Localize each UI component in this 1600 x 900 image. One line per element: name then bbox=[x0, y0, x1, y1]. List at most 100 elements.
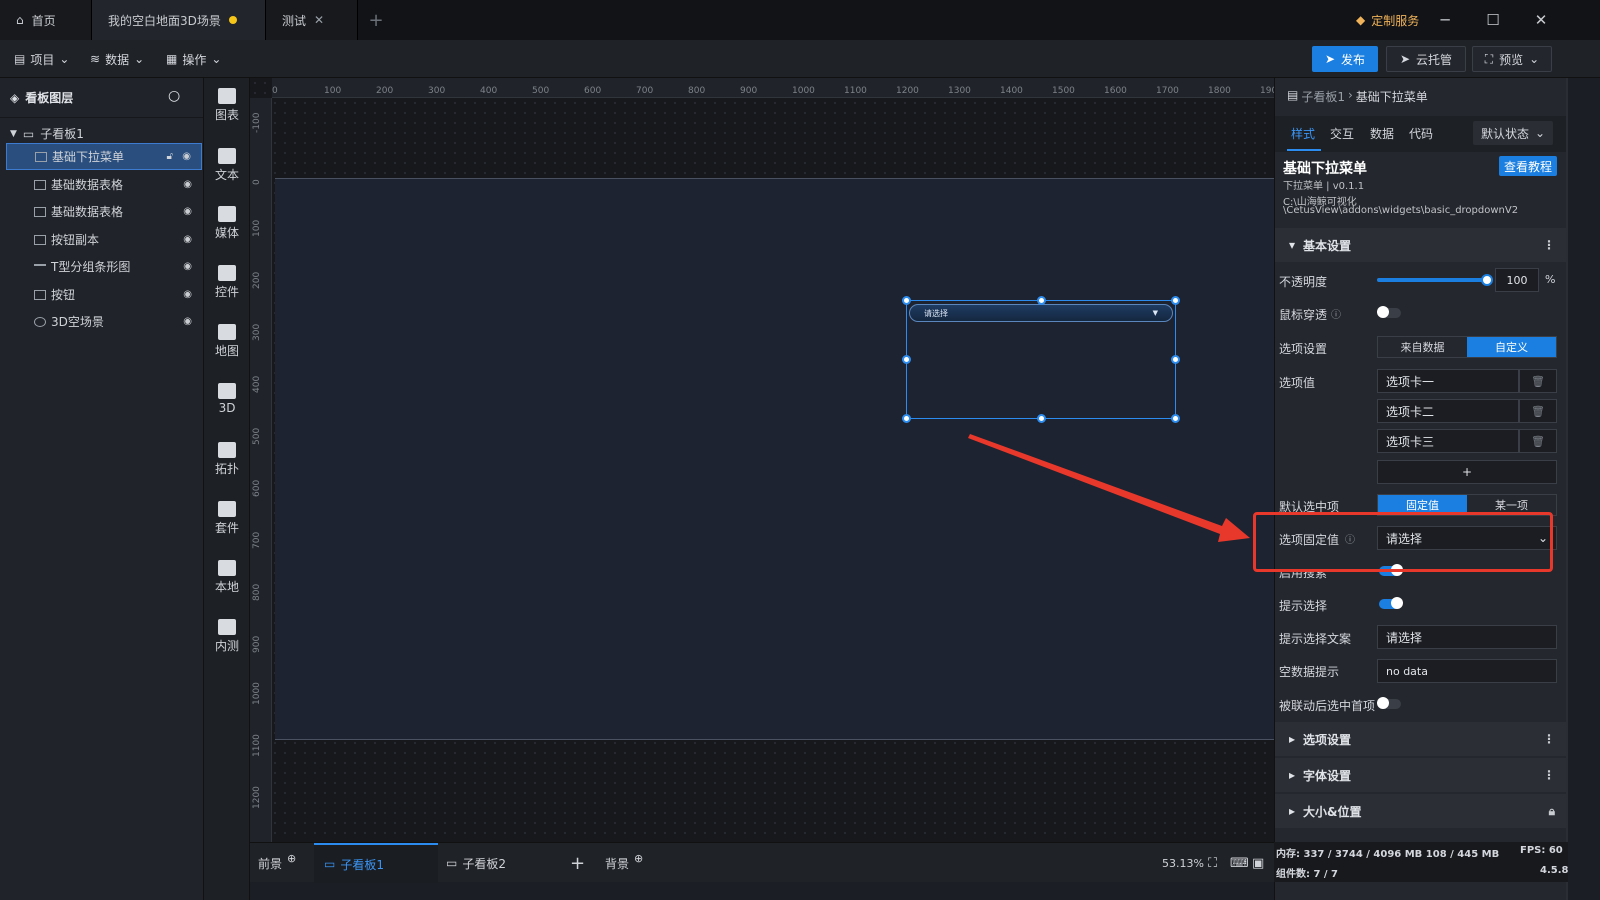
layer-item[interactable]: 基础下拉菜单 🔓︎ ◉ bbox=[6, 143, 202, 170]
add-circle-icon[interactable]: ⊕ bbox=[634, 852, 643, 865]
tab-board2[interactable]: ▭ 子看板2 bbox=[446, 843, 566, 883]
eye-icon[interactable]: ◉ bbox=[183, 206, 192, 217]
section-size-position[interactable]: ▸ 大小&位置 🔒︎ bbox=[1275, 794, 1567, 828]
resize-handle[interactable] bbox=[1037, 296, 1046, 305]
more-vertical-icon[interactable]: ⋮ bbox=[1543, 732, 1555, 746]
option-value-input[interactable]: 选项卡三 bbox=[1377, 429, 1519, 453]
section-options[interactable]: ▸ 选项设置 ⋮ bbox=[1275, 722, 1567, 756]
tab-scene[interactable]: 我的空白地面3D场景 bbox=[92, 0, 266, 40]
linked-first-toggle[interactable] bbox=[1377, 697, 1401, 709]
panel-scrollbar[interactable] bbox=[1566, 78, 1568, 900]
ruler-left[interactable]: -100 0 100 200 300 400 500 600 700 800 900 1000 1100… bbox=[250, 98, 272, 842]
tool-map[interactable]: 地图 bbox=[204, 324, 250, 359]
dropdown-preview[interactable]: 请选择 ▼ bbox=[909, 304, 1173, 322]
breadcrumb-parent[interactable]: 子看板1 bbox=[1301, 88, 1345, 105]
caret-down-icon[interactable]: ▼ bbox=[10, 129, 17, 139]
option-value-input[interactable]: 选项卡二 bbox=[1377, 399, 1519, 423]
layer-item[interactable]: 3D空场景 ◉ bbox=[6, 308, 202, 335]
tool-3d[interactable]: 3D bbox=[204, 383, 250, 415]
prompt-select-toggle[interactable] bbox=[1379, 597, 1403, 609]
resize-handle[interactable] bbox=[1037, 414, 1046, 423]
prompt-text-input[interactable]: 请选择 bbox=[1377, 625, 1557, 649]
trash-icon[interactable]: 🗑︎ bbox=[1519, 399, 1557, 423]
publish-button[interactable]: ➤ 发布 bbox=[1312, 46, 1378, 72]
add-circle-icon[interactable]: ⊕ bbox=[287, 852, 296, 865]
keyboard-icon[interactable]: ⌨ bbox=[1230, 843, 1249, 883]
tool-text[interactable]: 文本 bbox=[204, 148, 250, 183]
resize-handle[interactable] bbox=[902, 296, 911, 305]
empty-data-input[interactable]: no data bbox=[1377, 659, 1557, 683]
layer-item[interactable]: T型分组条形图 ◉ bbox=[6, 253, 202, 280]
opacity-slider-thumb[interactable] bbox=[1481, 274, 1493, 286]
new-tab-icon[interactable]: + bbox=[358, 0, 394, 40]
tab-data[interactable]: 数据 bbox=[1370, 125, 1394, 142]
more-vertical-icon[interactable]: ⋮ bbox=[1543, 238, 1555, 252]
eye-icon[interactable]: ◉ bbox=[183, 316, 192, 327]
unlock-icon[interactable]: 🔓︎ bbox=[167, 151, 173, 162]
layer-item[interactable]: 基础数据表格 ◉ bbox=[6, 198, 202, 225]
lock-icon[interactable]: 🔒︎ bbox=[1549, 804, 1555, 819]
tab-foreground[interactable]: 前景 ⊕ bbox=[258, 843, 296, 883]
tab-board1[interactable]: ▭ 子看板1 bbox=[314, 843, 438, 883]
custom-service-button[interactable]: ◆ 定制服务 bbox=[1356, 10, 1419, 30]
mouse-through-toggle[interactable] bbox=[1377, 306, 1401, 318]
trash-icon[interactable]: 🗑︎ bbox=[1519, 369, 1557, 393]
maximize-icon[interactable]: ☐ bbox=[1470, 0, 1516, 40]
resize-handle[interactable] bbox=[902, 355, 911, 364]
help-icon[interactable]: ⓘ bbox=[1331, 306, 1341, 321]
add-board-icon[interactable]: + bbox=[570, 843, 585, 883]
opacity-slider[interactable] bbox=[1377, 274, 1493, 286]
tool-local[interactable]: 本地 bbox=[204, 560, 250, 595]
eye-icon[interactable]: ◉ bbox=[183, 289, 192, 300]
tool-control[interactable]: 控件 bbox=[204, 265, 250, 300]
tool-media[interactable]: 媒体 bbox=[204, 206, 250, 241]
tool-topology[interactable]: 拓扑 bbox=[204, 442, 250, 477]
tab-home[interactable]: ⌂ 首页 bbox=[0, 0, 92, 40]
resize-handle[interactable] bbox=[1171, 355, 1180, 364]
eye-icon[interactable]: ◉ bbox=[183, 234, 192, 245]
zoom-level[interactable]: 53.13% bbox=[1162, 843, 1204, 883]
resize-handle[interactable] bbox=[902, 414, 911, 423]
tab-code[interactable]: 代码 bbox=[1409, 125, 1433, 142]
ruler-top[interactable]: 0 100 200 300 400 500 600 700 800 900 1000 1100 1200… bbox=[272, 78, 1283, 98]
section-basic[interactable]: ▾ 基本设置 ⋮ bbox=[1275, 228, 1567, 262]
menu-project[interactable]: ▤ 项目 ⌄ bbox=[8, 46, 75, 72]
option-source-segment[interactable]: 来自数据 自定义 bbox=[1377, 336, 1557, 358]
menu-data[interactable]: ≋ 数据 ⌄ bbox=[84, 46, 150, 72]
opacity-input[interactable]: 100 bbox=[1495, 268, 1539, 292]
menu-ops[interactable]: ▦ 操作 ⌄ bbox=[160, 46, 227, 72]
resize-handle[interactable] bbox=[1171, 296, 1180, 305]
cloud-host-button[interactable]: ➤ 云托管 bbox=[1386, 46, 1466, 72]
eye-icon[interactable]: ◉ bbox=[183, 179, 192, 190]
layer-item[interactable]: 按钮 ◉ bbox=[6, 281, 202, 308]
minimize-icon[interactable]: ─ bbox=[1422, 0, 1468, 40]
option-from-data[interactable]: 来自数据 bbox=[1378, 337, 1467, 357]
add-option-button[interactable]: + bbox=[1377, 460, 1557, 484]
layer-item[interactable]: 基础数据表格 ◉ bbox=[6, 171, 202, 198]
resize-handle[interactable] bbox=[1171, 414, 1180, 423]
terminal-icon[interactable]: ▣ bbox=[1252, 843, 1264, 883]
tutorial-button[interactable]: 查看教程 bbox=[1499, 156, 1557, 176]
eye-icon[interactable]: ◉ bbox=[183, 261, 192, 272]
preview-button[interactable]: ⛶ 预览 ⌄ bbox=[1472, 46, 1552, 72]
tool-beta[interactable]: 内测 bbox=[204, 619, 250, 654]
section-font[interactable]: ▸ 字体设置 ⋮ bbox=[1275, 758, 1567, 792]
layer-item[interactable]: 按钮副本 ◉ bbox=[6, 226, 202, 253]
search-icon[interactable]: ○ bbox=[168, 88, 180, 104]
option-value-input[interactable]: 选项卡一 bbox=[1377, 369, 1519, 393]
state-select[interactable]: 默认状态 ⌄ bbox=[1473, 121, 1553, 145]
close-window-icon[interactable]: ✕ bbox=[1518, 0, 1564, 40]
tab-interact[interactable]: 交互 bbox=[1330, 125, 1354, 142]
tool-chart[interactable]: 图表 bbox=[204, 88, 250, 123]
tool-suite[interactable]: 套件 bbox=[204, 501, 250, 536]
more-vertical-icon[interactable]: ⋮ bbox=[1543, 768, 1555, 782]
tab-style[interactable]: 样式 bbox=[1291, 125, 1315, 142]
option-custom[interactable]: 自定义 bbox=[1467, 337, 1556, 357]
trash-icon[interactable]: 🗑︎ bbox=[1519, 429, 1557, 453]
eye-icon[interactable]: ◉ bbox=[182, 151, 191, 162]
close-tab-icon[interactable]: ✕ bbox=[314, 13, 324, 27]
tab-background[interactable]: 背景 ⊕ bbox=[605, 843, 643, 883]
dropdown-widget[interactable]: 请选择 ▼ bbox=[906, 300, 1176, 419]
fit-screen-icon[interactable]: ⛶ bbox=[1208, 843, 1217, 883]
tab-test[interactable]: 测试 ✕ bbox=[266, 0, 358, 40]
